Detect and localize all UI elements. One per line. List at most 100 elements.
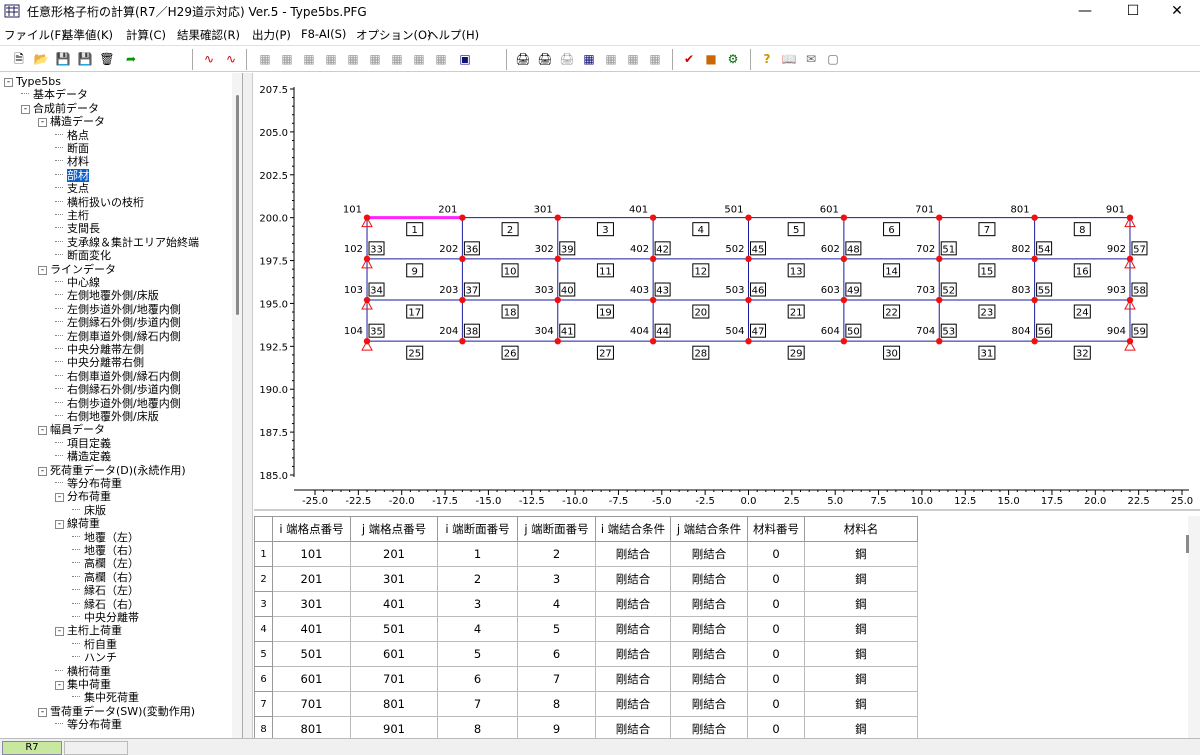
tree-item[interactable]: 右側縁石外側/歩道内側 [55,383,181,396]
minimize-icon[interactable]: — [1062,0,1108,22]
model-icon-2[interactable]: ▦ [432,50,450,68]
menu-f8ai[interactable]: F8-AI(S) [301,27,346,41]
table-cell[interactable]: 剛結合 [670,566,748,592]
print-icon[interactable]: 🖨 [514,50,532,68]
table-cell[interactable]: 201 [350,541,438,567]
tree-item[interactable]: 中央分離帯 [72,611,139,624]
tree-item[interactable]: ハンチ [72,651,117,664]
tree-item[interactable]: - 集中荷重 [55,678,111,691]
table-cell[interactable]: 0 [747,566,805,592]
row-number[interactable]: 2 [254,566,273,592]
tree-item[interactable]: 縁石（右） [72,598,139,611]
sheet-icon[interactable]: ▦ [366,50,384,68]
info-icon[interactable]: ▢ [824,50,842,68]
tree-expander-icon[interactable]: - [38,265,47,275]
table-cell[interactable]: 0 [747,641,805,667]
table-cell[interactable]: 剛結合 [595,691,671,717]
tree-item[interactable]: - 雪荷重データ(SW)(変動作用) [38,705,195,718]
table-cell[interactable]: 0 [747,541,805,567]
table-cell[interactable]: 8 [437,716,518,738]
chart-icon[interactable]: ▦ [278,50,296,68]
table-row[interactable]: 1 101 201 1 2 剛結合 剛結合 0 鋼 [254,541,918,567]
tree-item[interactable]: 中央分離帯右側 [55,356,144,369]
table-cell[interactable]: 9 [517,716,596,738]
tree-item[interactable]: 材料 [55,155,89,168]
tree-item[interactable]: - 線荷重 [55,517,100,530]
tree-item[interactable]: - 合成前データ [21,102,99,115]
table-cell[interactable]: 鋼 [804,666,918,692]
row-number[interactable]: 6 [254,666,273,692]
table-cell[interactable]: 5 [517,616,596,642]
tool-icon[interactable]: ⚙ [724,50,742,68]
table-cell[interactable]: 0 [747,716,805,738]
row-number[interactable]: 5 [254,641,273,667]
tree-icon[interactable]: ▦ [388,50,406,68]
row-number[interactable]: 1 [254,541,273,567]
column-header[interactable]: j 端格点番号 [350,516,438,542]
grid-icon[interactable]: ▦ [300,50,318,68]
tree-item[interactable]: 横桁荷重 [55,665,111,678]
table-cell[interactable]: 0 [747,616,805,642]
menu-standard[interactable]: 基準値(K) [62,27,113,43]
table-cell[interactable]: 401 [272,616,351,642]
tree-expander-icon[interactable]: - [4,78,13,87]
menu-calc[interactable]: 計算(C) [126,27,166,43]
table-row[interactable]: 4 401 501 4 5 剛結合 剛結合 0 鋼 [254,616,918,642]
tree-item[interactable]: - Type5bs [4,75,61,88]
column-header[interactable]: j 端結合条件 [670,516,748,542]
table-cell[interactable]: 剛結合 [670,541,748,567]
tree-item[interactable]: 左側歩道外側/地覆内側 [55,303,181,316]
report-doc-icon[interactable]: ▦ [624,50,642,68]
table-cell[interactable]: 401 [350,591,438,617]
table-cell[interactable]: 剛結合 [670,666,748,692]
table-cell[interactable]: 剛結合 [595,666,671,692]
tree-item[interactable]: 断面変化 [55,249,111,262]
table-cell[interactable]: 8 [517,691,596,717]
table-cell[interactable]: 剛結合 [595,716,671,738]
menu-file[interactable]: ファイル(F) [4,27,66,43]
table-cell[interactable]: 剛結合 [595,541,671,567]
graph-wave-icon[interactable]: ∿ [222,50,240,68]
table-cell[interactable]: 0 [747,666,805,692]
tree-item[interactable]: 左側地覆外側/床版 [55,289,159,302]
table-cell[interactable]: 剛結合 [595,591,671,617]
tree-item[interactable]: 地覆（左） [72,531,139,544]
3d-icon[interactable]: ▣ [456,50,474,68]
menu-output[interactable]: 出力(P) [252,27,291,43]
table-cell[interactable]: 0 [747,591,805,617]
tree-expander-icon[interactable]: - [55,520,64,530]
table-cell[interactable]: 701 [350,666,438,692]
table-cell[interactable]: 剛結合 [670,641,748,667]
tree-item[interactable]: 高欄（右） [72,571,139,584]
export-icon[interactable]: ➦ [122,50,140,68]
table-cell[interactable]: 201 [272,566,351,592]
model-icon[interactable]: ▦ [410,50,428,68]
print-setup-icon[interactable]: 🖨 [558,50,576,68]
tree-item[interactable]: 基本データ [21,88,88,101]
table-cell[interactable]: 601 [272,666,351,692]
table-cell[interactable]: 2 [437,566,518,592]
table-cell[interactable]: 2 [517,541,596,567]
table-row[interactable]: 6 601 701 6 7 剛結合 剛結合 0 鋼 [254,666,918,692]
menu-option[interactable]: オプション(O) [356,27,432,43]
table-row[interactable]: 8 801 901 8 9 剛結合 剛結合 0 鋼 [254,716,918,738]
table-cell[interactable]: 901 [350,716,438,738]
tree-item[interactable]: 支承線＆集計エリア始終端 [55,236,199,249]
tree-expander-icon[interactable]: - [38,118,47,128]
table-row[interactable]: 5 501 601 5 6 剛結合 剛結合 0 鋼 [254,641,918,667]
table-cell[interactable]: 601 [350,641,438,667]
table-cell[interactable]: 剛結合 [670,616,748,642]
table-cell[interactable]: 5 [437,641,518,667]
table-cell[interactable]: 701 [272,691,351,717]
tree-item[interactable]: - 分布荷重 [55,490,111,503]
tree-item[interactable]: 中心線 [55,276,100,289]
tree-item[interactable]: - ラインデータ [38,263,116,276]
table-cell[interactable]: 剛結合 [670,591,748,617]
column-header[interactable]: i 端結合条件 [595,516,671,542]
tree-item[interactable]: - 主桁上荷重 [55,624,122,637]
tree-expander-icon[interactable]: - [55,627,64,637]
tree-item[interactable]: 地覆（右） [72,544,139,557]
tree-item[interactable]: - 構造データ [38,115,105,128]
row-number[interactable]: 4 [254,616,273,642]
tree-expander-icon[interactable]: - [38,426,47,436]
